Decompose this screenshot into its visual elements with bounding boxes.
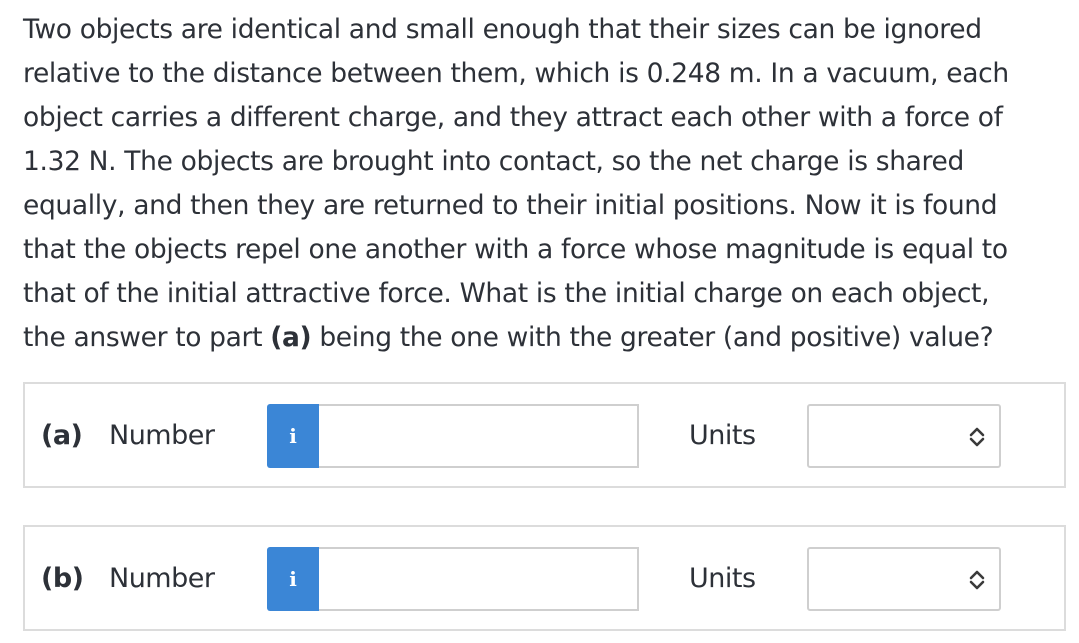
units-label: Units	[689, 563, 756, 594]
question-line: Two objects are identical and small enou…	[23, 14, 982, 45]
question-line: relative to the distance between them, w…	[23, 58, 1009, 89]
info-button[interactable]: i	[267, 547, 319, 611]
question-line: that the objects repel one another with …	[23, 234, 1008, 265]
info-icon: i	[289, 424, 297, 448]
question-text-segment: the answer to part	[23, 322, 271, 353]
units-label: Units	[689, 420, 756, 451]
info-button[interactable]: i	[267, 404, 319, 468]
chevron-up-down-icon	[969, 570, 985, 590]
part-reference: (a)	[270, 322, 312, 353]
question-line: that of the initial attractive force. Wh…	[23, 278, 990, 309]
part-label: (b)	[41, 563, 84, 594]
units-select[interactable]	[807, 404, 1001, 468]
number-input[interactable]	[319, 547, 639, 611]
number-label: Number	[109, 420, 215, 451]
part-label: (a)	[41, 420, 83, 451]
question-text: Two objects are identical and small enou…	[23, 8, 1073, 360]
number-label: Number	[109, 563, 215, 594]
question-text-segment: being the one with the greater (and posi…	[311, 322, 994, 353]
question-line: 1.32 N. The objects are brought into con…	[23, 146, 964, 177]
answer-part-a: (a) Number i Units	[23, 382, 1066, 488]
answer-part-b: (b) Number i Units	[23, 525, 1066, 631]
question-line: object carries a different charge, and t…	[23, 102, 1003, 133]
question-line: equally, and then they are returned to t…	[23, 190, 998, 221]
question-line: the answer to part (a) being the one wit…	[23, 316, 1073, 360]
chevron-up-down-icon	[969, 427, 985, 447]
info-icon: i	[289, 567, 297, 591]
number-input[interactable]	[319, 404, 639, 468]
units-select[interactable]	[807, 547, 1001, 611]
